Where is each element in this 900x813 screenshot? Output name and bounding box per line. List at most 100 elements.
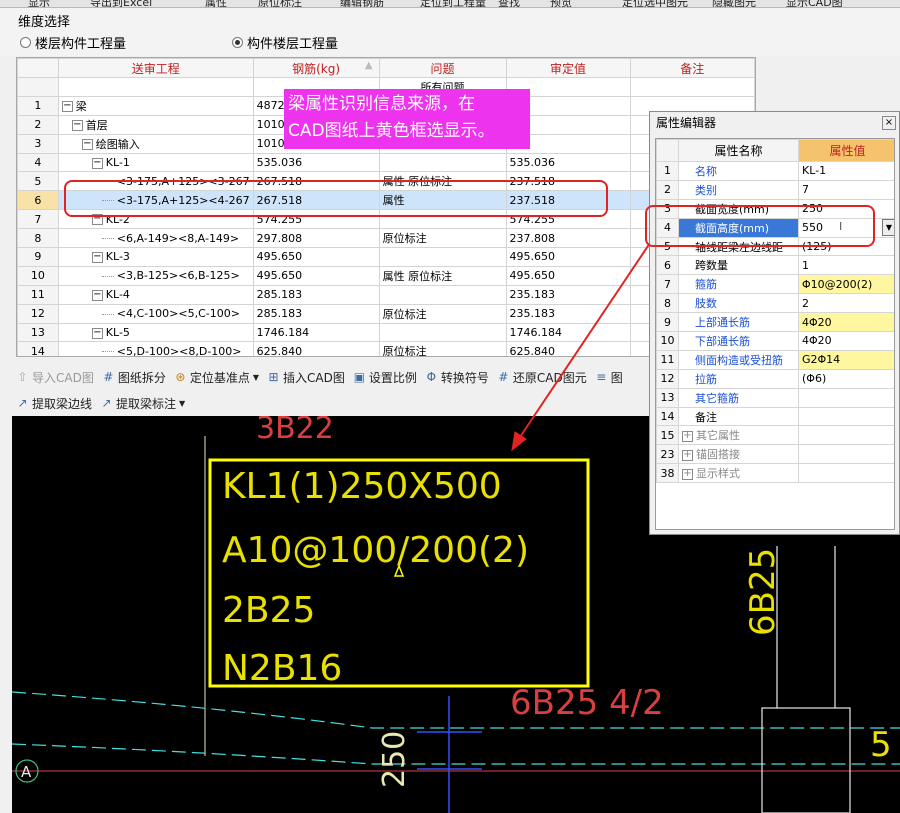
top-toolbar-item[interactable]: 定位到工程量 (420, 0, 486, 7)
top-toolbar-item[interactable]: 编辑钢筋 (340, 0, 384, 7)
steel-cell: 297.808 (252, 228, 380, 249)
property-row-number: 7 (656, 274, 679, 295)
collapse-toggle-icon[interactable]: − (71, 120, 83, 132)
table-row[interactable]: 10 <3,B-125><6,B-125> 495.650 属性 原位标注 495.65… (17, 265, 755, 286)
radio-component-floor[interactable]: 构件楼层工程量 (232, 33, 338, 52)
collapse-toggle-icon[interactable]: − (61, 101, 73, 113)
top-toolbar-item[interactable]: 显示 (28, 0, 50, 7)
property-row[interactable]: 38 + 显示样式 (656, 463, 894, 484)
property-value[interactable] (798, 463, 894, 484)
table-row[interactable]: 13− KL-5 1746.184 1746.184 (17, 322, 755, 343)
split-icon: # (103, 369, 114, 384)
top-toolbar-item[interactable]: 显示CAD图 (786, 0, 843, 7)
table-row[interactable]: 12 <4,C-100><5,C-100> 285.183 原位标注 235.183 (17, 303, 755, 324)
top-toolbar-item[interactable]: 查找 (498, 0, 520, 7)
top-toolbar-item[interactable]: 导出到Excel (90, 0, 152, 7)
property-row[interactable]: 14 备注 (656, 406, 894, 427)
header-remark[interactable]: 备注 (629, 58, 755, 78)
table-row[interactable]: 4− KL-1 535.036 535.036 (17, 152, 755, 173)
extract-edge-icon: ↗ (17, 395, 28, 410)
collapse-toggle-icon[interactable]: − (91, 289, 103, 301)
row-number: 12 (17, 303, 59, 324)
project-cell: − KL-5 (57, 322, 254, 343)
property-value[interactable]: 4Φ20 (798, 331, 894, 351)
property-value[interactable] (798, 406, 894, 427)
property-name: + 显示样式 (678, 463, 799, 484)
property-name: 上部通长筋 (678, 312, 799, 333)
property-row[interactable]: 2 类别 7 (656, 179, 894, 200)
radio-floor-component[interactable]: 楼层构件工程量 (20, 33, 126, 52)
top-toolbar-item[interactable]: 属性 (205, 0, 227, 7)
table-row[interactable]: 9− KL-3 495.650 495.650 (17, 247, 755, 267)
set-scale-button[interactable]: ▣ 设置比例 (353, 369, 417, 386)
collapse-toggle-icon[interactable]: − (91, 251, 103, 263)
property-name: 跨数量 (678, 255, 799, 276)
property-value[interactable] (798, 425, 894, 446)
top-toolbar-item[interactable]: 隐藏图元 (712, 0, 756, 7)
header-project[interactable]: 送审工程 (57, 58, 254, 78)
import-cad-button[interactable]: ⇧ 导入CAD图 (16, 369, 93, 386)
property-row[interactable]: 8 肢数 2 (656, 293, 894, 314)
header-value[interactable]: 审定值 (505, 58, 631, 78)
property-value[interactable]: 2 (798, 293, 894, 314)
expand-icon[interactable]: + (682, 468, 693, 480)
locate-base-button[interactable]: ⊛ 定位基准点 ▼ (174, 369, 259, 386)
extract-beam-edge-button[interactable]: ↗ 提取梁边线 (16, 395, 92, 412)
close-icon[interactable]: × (882, 116, 896, 130)
top-toolbar-item[interactable]: 原位标注 (258, 0, 302, 7)
property-row[interactable]: 6 跨数量 1 (656, 255, 894, 276)
selected-row-highlight (64, 180, 608, 217)
issue-cell (378, 247, 507, 267)
property-row-number: 14 (656, 406, 679, 427)
property-value[interactable]: (Φ6) (798, 368, 894, 389)
property-value[interactable]: 1 (798, 255, 894, 276)
steel-cell: 495.650 (252, 265, 380, 286)
property-row[interactable]: 9 上部通长筋 4Φ20 (656, 312, 894, 333)
cad-side-bar: N2B16 (222, 648, 342, 689)
expand-icon[interactable]: + (682, 430, 693, 442)
property-row[interactable]: 10 下部通长筋 4Φ20 (656, 331, 894, 351)
property-value[interactable]: KL-1 (798, 161, 894, 181)
property-value[interactable]: 4Φ20 (798, 312, 894, 333)
property-value[interactable]: 7 (798, 179, 894, 200)
property-value[interactable] (798, 387, 894, 408)
property-row[interactable]: 7 箍筋 Φ10@200(2) (656, 274, 894, 295)
extract-beam-label-button[interactable]: ↗ 提取梁标注 ▼ (100, 395, 185, 412)
property-name: 侧面构造或受扭筋 (678, 349, 799, 370)
collapse-toggle-icon[interactable]: − (91, 327, 103, 339)
property-value[interactable] (798, 444, 894, 465)
row-number: 1 (17, 95, 59, 116)
property-row[interactable]: 23 + 锚固搭接 (656, 444, 894, 465)
header-issue[interactable]: 问题 (378, 58, 507, 78)
insert-cad-button[interactable]: ⊞ 插入CAD图 (267, 369, 345, 386)
sort-up-icon[interactable]: ▲ (365, 60, 373, 71)
property-editor[interactable]: 属性编辑器 × 属性名称 属性值 1 名称 KL-1 2 类别 7 3 截面宽度(mm) 250… (649, 111, 900, 535)
property-row[interactable]: 12 拉筋 (Φ6) (656, 368, 894, 389)
top-toolbar-item[interactable]: 定位选中图元 (622, 0, 688, 7)
header-steel[interactable]: 钢筋(kg) ▲ (252, 58, 380, 78)
table-row[interactable]: 11− KL-4 285.183 235.183 (17, 284, 755, 305)
expand-icon[interactable]: + (682, 449, 693, 461)
project-name: KL-5 (105, 326, 130, 340)
collapse-toggle-icon[interactable]: − (81, 139, 93, 151)
property-value[interactable]: G2Φ14 (798, 349, 894, 370)
property-value[interactable]: Φ10@200(2) (798, 274, 894, 295)
extract-toolbar: ↗ 提取梁边线 ↗ 提取梁标注 ▼ (16, 392, 185, 414)
row-number: 4 (17, 152, 59, 173)
project-name: <5,D-100><8,D-100> (116, 344, 242, 357)
table-row[interactable]: 8 <6,A-149><8,A-149> 297.808 原位标注 237.808 (17, 228, 755, 249)
collapse-toggle-icon[interactable]: − (91, 157, 103, 169)
more-button[interactable]: ≡ 图 (595, 369, 623, 386)
property-row[interactable]: 13 其它箍筋 (656, 387, 894, 408)
chevron-down-icon: ▼ (179, 398, 186, 408)
convert-symbol-button[interactable]: Φ 转换符号 (425, 369, 489, 386)
property-row[interactable]: 1 名称 KL-1 (656, 161, 894, 181)
property-row[interactable]: 11 侧面构造或受扭筋 G2Φ14 (656, 349, 894, 370)
property-row[interactable]: 15 + 其它属性 (656, 425, 894, 446)
table-row[interactable]: 14 <5,D-100><8,D-100> 625.840 原位标注 625.840 (17, 341, 755, 357)
restore-cad-button[interactable]: # 还原CAD图元 (497, 369, 586, 386)
dropdown-arrow-icon[interactable]: ▼ (882, 218, 894, 236)
project-cell: <4,C-100><5,C-100> (57, 303, 254, 324)
top-toolbar-item[interactable]: 预览 (550, 0, 572, 7)
split-drawing-button[interactable]: # 图纸拆分 (102, 369, 166, 386)
